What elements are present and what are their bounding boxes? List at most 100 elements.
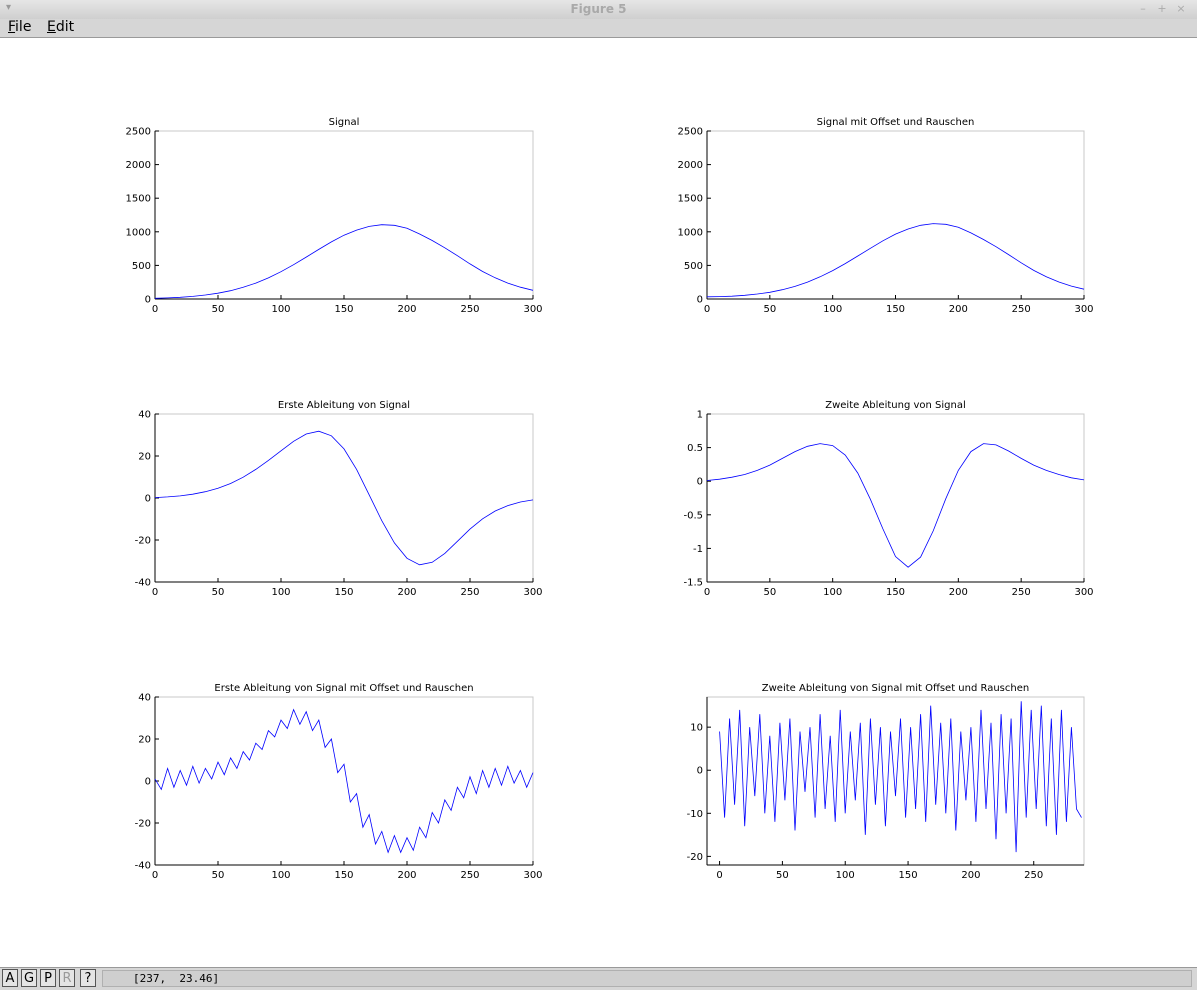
menu-edit[interactable]: Edit [47, 19, 74, 35]
y-tick-label: 2500 [678, 127, 703, 138]
x-tick-label: 150 [886, 304, 905, 315]
x-tick-label: 300 [523, 870, 542, 881]
chart-title: Zweite Ableitung von Signal mit Offset u… [762, 683, 1029, 694]
y-tick-label: 20 [138, 735, 151, 746]
figure-canvas[interactable]: Signal 0 50 100 150 200 250 300 0 500 1000 1500 2000… [0, 38, 1197, 967]
x-tick-label: 300 [1074, 304, 1093, 315]
y-tick-label: 40 [138, 693, 151, 704]
y-tick-label: 1 [697, 410, 703, 421]
menu-file[interactable]: File [8, 19, 31, 35]
menu-edit-label: dit [55, 19, 75, 35]
y-tick-label: 2000 [126, 160, 151, 171]
x-tick-label: 50 [763, 304, 776, 315]
y-tick-label: 0 [145, 777, 151, 788]
axes-frame [706, 130, 1085, 300]
axes-frame [154, 696, 534, 866]
menu-file-label: ile [15, 19, 32, 35]
chart-title: Erste Ableitung von Signal mit Offset un… [214, 683, 473, 694]
x-tick-label: 100 [271, 587, 290, 598]
subplot-2: Signal mit Offset und Rauschen 0 50 100 150 2… [678, 117, 1094, 315]
x-tick-label: 150 [334, 587, 353, 598]
y-tick-label: 500 [684, 261, 703, 272]
subplot-5: Erste Ableitung von Signal mit Offset un… [135, 683, 543, 881]
subplot-6: Zweite Ableitung von Signal mit Offset u… [687, 683, 1085, 881]
x-tick-label: 50 [776, 870, 789, 881]
figure-svg[interactable]: Signal0 50 100 150 200 250 3000500100015002000… [0, 38, 1197, 967]
x-tick-label: 100 [836, 870, 855, 881]
subplot-3: Erste Ableitung von Signal0 50 100 150 200 25… [135, 400, 543, 598]
subplot-1: Signal 0 50 100 150 200 250 300 0 500 1000 1500 2000… [126, 117, 543, 315]
cursor-coordinates: [237, 23.46] [102, 970, 1192, 987]
x-tick-label: 0 [152, 304, 158, 315]
subplot-4: Zweite Ableitung von Signal 0 50 100 150 200 2… [683, 400, 1093, 598]
x-tick-label: 50 [212, 304, 225, 315]
x-tick-label: 100 [271, 870, 290, 881]
series-line [706, 443, 1085, 568]
x-tick-label: 150 [886, 587, 905, 598]
menu-file-accel: F [8, 19, 16, 35]
axes-frame [154, 413, 534, 583]
y-tick-label: 10 [690, 723, 703, 734]
y-tick-label: 1000 [126, 227, 151, 238]
statusbar: A G P R ? [237, 23.46] [0, 967, 1197, 990]
x-tick-label: 300 [1074, 587, 1093, 598]
y-tick-label: -20 [135, 819, 151, 830]
x-tick-label: 250 [1012, 587, 1031, 598]
x-tick-label: 100 [271, 304, 290, 315]
chart-title: Signal mit Offset und Rauschen [817, 117, 975, 128]
x-tick-label: 250 [1012, 304, 1031, 315]
chart-title: Erste Ableitung von Signal [278, 400, 410, 411]
y-tick-label: 0.5 [687, 443, 703, 454]
chart-title: Signal [329, 117, 360, 128]
y-tick-label: -40 [135, 578, 151, 589]
y-tick-label: -1.5 [683, 578, 703, 589]
x-tick-label: 150 [899, 870, 918, 881]
x-tick-label: 200 [949, 304, 968, 315]
y-tick-label: 1000 [678, 227, 703, 238]
x-tick-label: 0 [152, 587, 158, 598]
maximize-icon[interactable]: + [1155, 2, 1169, 15]
series-line [706, 223, 1085, 298]
y-tick-label: -0.5 [683, 510, 703, 521]
x-tick-label: 100 [823, 304, 842, 315]
y-tick-label: -20 [135, 536, 151, 547]
series-line [719, 701, 1082, 853]
x-tick-label: 200 [397, 870, 416, 881]
y-tick-label: 1500 [126, 194, 151, 205]
close-icon[interactable]: × [1174, 2, 1188, 15]
axes-toggle-button[interactable]: A [2, 969, 18, 987]
y-tick-label: -10 [687, 809, 703, 820]
x-tick-label: 200 [397, 587, 416, 598]
grid-toggle-button[interactable]: G [21, 969, 37, 987]
x-tick-label: 0 [152, 870, 158, 881]
x-tick-label: 200 [961, 870, 980, 881]
x-tick-label: 250 [460, 870, 479, 881]
y-tick-label: 0 [697, 766, 703, 777]
chart-title: Zweite Ableitung von Signal [825, 400, 966, 411]
series-line [154, 708, 534, 854]
series-line [154, 430, 534, 566]
x-tick-label: 200 [397, 304, 416, 315]
y-tick-label: -40 [135, 861, 151, 872]
window-titlebar[interactable]: ▾ Figure 5 – + × [0, 0, 1197, 20]
y-tick-label: -20 [687, 852, 703, 863]
minimize-icon[interactable]: – [1136, 2, 1150, 15]
window-title: Figure 5 [570, 2, 627, 16]
x-tick-label: 0 [704, 587, 710, 598]
x-tick-label: 250 [460, 587, 479, 598]
y-tick-label: 2000 [678, 160, 703, 171]
pan-button[interactable]: P [40, 969, 56, 987]
menu-edit-accel: E [47, 19, 56, 35]
y-tick-label: 0 [697, 295, 703, 306]
y-tick-label: 40 [138, 410, 151, 421]
help-button[interactable]: ? [80, 969, 96, 987]
x-tick-label: 0 [704, 304, 710, 315]
y-tick-label: 2500 [126, 127, 151, 138]
y-tick-label: 0 [145, 494, 151, 505]
axes-frame [154, 130, 534, 300]
x-tick-label: 0 [716, 870, 722, 881]
y-tick-label: 0 [697, 477, 703, 488]
rotate-button[interactable]: R [59, 969, 75, 987]
x-tick-label: 250 [460, 304, 479, 315]
y-tick-label: 500 [132, 261, 151, 272]
